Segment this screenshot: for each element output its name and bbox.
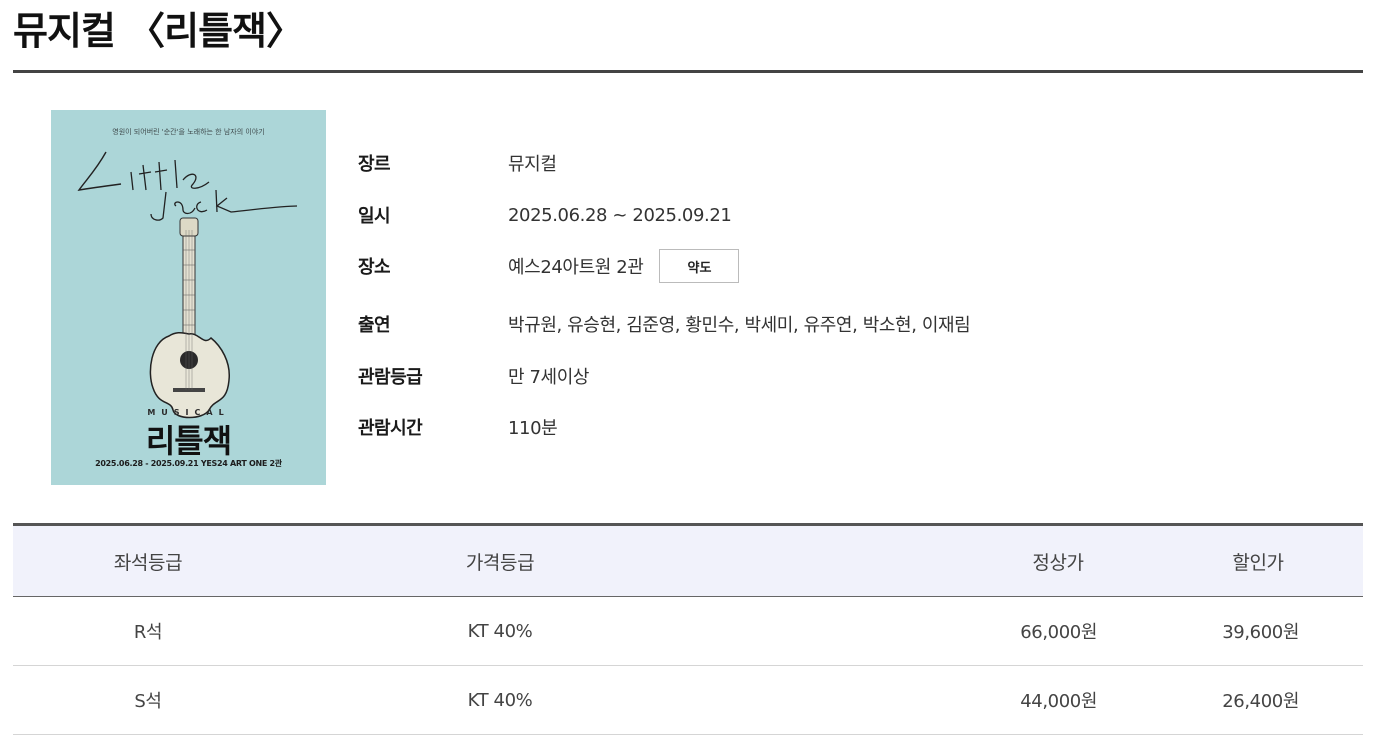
info-value: 예스24아트원 2관 [508,257,644,278]
info-label: 일시 [358,206,391,227]
info-row-venue: 장소 예스24아트원 2관 약도 [358,249,740,283]
info-value: 박규원, 유승현, 김준영, 황민수, 박세미, 유주연, 박소현, 이재림 [508,315,971,336]
info-label: 관람등급 [358,367,423,388]
header-regular-price: 정상가 [1032,551,1084,574]
info-value: 2025.06.28 ~ 2025.09.21 [508,204,732,226]
seat-grade-cell: S석 [134,691,162,712]
header-price-grade: 가격등급 [465,551,535,574]
header-discount-price: 할인가 [1232,551,1284,574]
map-button[interactable]: 약도 [659,249,740,283]
price-table-header: 좌석등급 가격등급 정상가 할인가 [13,523,1363,597]
header-seat-grade: 좌석등급 [113,551,183,574]
title-divider [13,70,1363,73]
info-row-runtime: 관람시간 110분 [358,412,558,442]
page-title: 뮤지컬 〈리틀잭〉 [13,9,304,53]
info-row-rating: 관람등급 만 7세이상 [358,361,589,391]
info-label: 장소 [358,257,391,278]
regular-price-cell: 66,000원 [1020,622,1097,643]
poster-tagline: 영원이 되어버린 '순간'을 노래하는 한 남자의 이야기 [112,128,265,136]
table-row: R석 KT 40% 66,000원 39,600원 [13,597,1363,666]
info-value: 뮤지컬 [508,154,557,175]
seat-grade-cell: R석 [133,622,163,643]
poster-footer: 2025.06.28 - 2025.09.21 YES24 ART ONE 2관 [95,459,282,468]
regular-price-cell: 44,000원 [1020,691,1097,712]
discount-price-cell: 39,600원 [1222,622,1299,643]
table-row: S석 KT 40% 44,000원 26,400원 [13,666,1363,735]
price-grade-cell: KT 40% [467,620,533,642]
info-label: 출연 [358,315,391,336]
info-value: 110분 [508,418,558,439]
info-label: 관람시간 [358,418,423,439]
info-label: 장르 [358,154,391,175]
price-table: 좌석등급 가격등급 정상가 할인가 R석 KT 40% 66,000원 39,6… [13,523,1363,735]
poster-image: 영원이 되어버린 '순간'을 노래하는 한 남자의 이야기 MUSICAL 리틀… [51,110,326,485]
info-row-cast: 출연 박규원, 유승현, 김준영, 황민수, 박세미, 유주연, 박소현, 이재… [358,309,971,339]
info-row-date: 일시 2025.06.28 ~ 2025.09.21 [358,200,732,230]
discount-price-cell: 26,400원 [1222,691,1299,712]
poster-title: 리틀잭 [145,422,232,460]
info-value: 만 7세이상 [508,367,590,388]
price-grade-cell: KT 40% [467,689,533,711]
info-row-genre: 장르 뮤지컬 [358,148,557,178]
